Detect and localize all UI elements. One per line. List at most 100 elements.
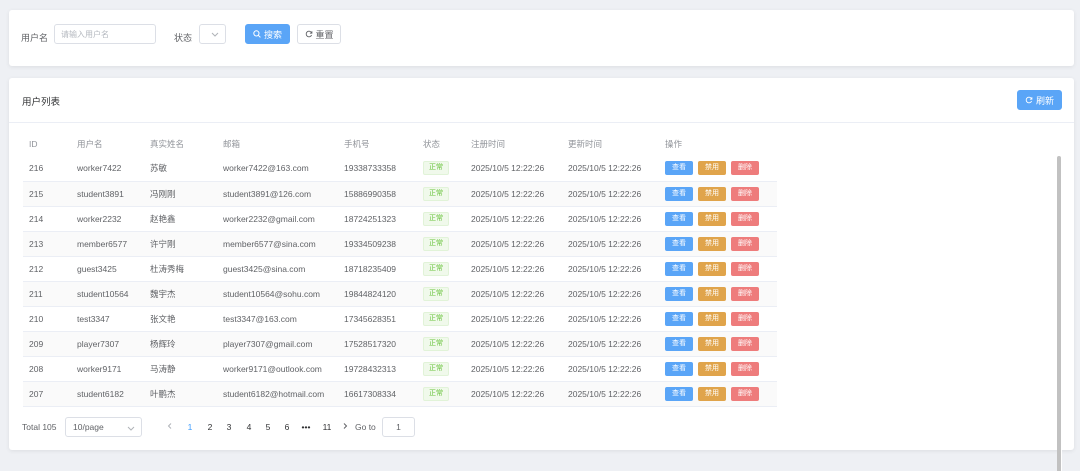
refresh-button[interactable]: 刷新 [1017, 90, 1062, 110]
page-button-11[interactable]: 11 [319, 417, 335, 437]
cell-id: 216 [23, 156, 71, 182]
page-button-6[interactable]: 6 [280, 417, 294, 437]
ban-button[interactable]: 禁用 [698, 186, 726, 201]
view-button[interactable]: 查看 [665, 336, 693, 351]
delete-button[interactable]: 删除 [731, 236, 759, 251]
delete-button[interactable]: 删除 [731, 261, 759, 276]
delete-button[interactable]: 删除 [731, 211, 759, 226]
status-badge: 正常 [423, 211, 449, 226]
cell-username: guest3425 [71, 256, 144, 282]
next-page-button[interactable] [338, 417, 352, 437]
ban-button[interactable]: 禁用 [698, 161, 726, 176]
status-select[interactable] [199, 24, 226, 44]
page-size-select[interactable]: 10/page [65, 417, 142, 437]
view-button[interactable]: 查看 [665, 211, 693, 226]
prev-page-button[interactable] [163, 417, 177, 437]
delete-button[interactable]: 删除 [731, 361, 759, 376]
column-header-real-name: 真实姓名 [150, 139, 185, 149]
ban-button[interactable]: 禁用 [698, 311, 726, 326]
ban-button[interactable]: 禁用 [698, 261, 726, 276]
username-label: 用户名 [21, 33, 49, 43]
column-header-username: 用户名 [77, 139, 103, 149]
page-button-4[interactable]: 4 [242, 417, 256, 437]
goto-page-input[interactable] [382, 417, 415, 437]
cell-status: 正常 [417, 281, 465, 307]
ban-button[interactable]: 禁用 [698, 361, 726, 376]
delete-button[interactable]: 删除 [731, 186, 759, 201]
cell-username: student10564 [71, 281, 144, 307]
ban-button[interactable]: 禁用 [698, 286, 726, 301]
cell-updated: 2025/10/5 12:22:26 [562, 331, 659, 357]
cell-updated: 2025/10/5 12:22:26 [562, 281, 659, 307]
refresh-button-label: 刷新 [1035, 95, 1054, 106]
cell-id: 208 [23, 356, 71, 382]
page-button-1[interactable]: 1 [183, 417, 197, 437]
total-count: Total 105 [22, 422, 57, 432]
cell-updated: 2025/10/5 12:22:26 [562, 356, 659, 382]
table-row: 211 student10564 魏宇杰 student10564@sohu.com 1… [23, 281, 777, 307]
cell-email: guest3425@sina.com [217, 256, 338, 282]
scrollbar-thumb[interactable] [1057, 156, 1061, 471]
delete-button[interactable]: 删除 [731, 286, 759, 301]
status-badge: 正常 [423, 311, 449, 326]
cell-username: player7307 [71, 331, 144, 357]
cell-status: 正常 [417, 231, 465, 257]
cell-phone: 19334509238 [338, 231, 417, 257]
ban-button[interactable]: 禁用 [698, 211, 726, 226]
cell-status: 正常 [417, 181, 465, 207]
delete-button[interactable]: 删除 [731, 161, 759, 176]
status-badge: 正常 [423, 236, 449, 251]
more-pages-button[interactable]: ••• [299, 417, 313, 437]
cell-real-name: 许宁刚 [144, 231, 217, 257]
cell-registered: 2025/10/5 12:22:26 [465, 331, 562, 357]
cell-real-name: 叶鹏杰 [144, 381, 217, 407]
cell-id: 210 [23, 306, 71, 332]
search-button[interactable]: 搜索 [245, 24, 290, 44]
ban-button[interactable]: 禁用 [698, 386, 726, 401]
refresh-icon [1025, 96, 1034, 105]
delete-button[interactable]: 删除 [731, 386, 759, 401]
cell-id: 214 [23, 206, 71, 232]
view-button[interactable]: 查看 [665, 186, 693, 201]
cell-actions: 查看 禁用 删除 [659, 281, 777, 307]
cell-status: 正常 [417, 306, 465, 332]
cell-username: worker7422 [71, 156, 144, 182]
cell-username: test3347 [71, 306, 144, 332]
table-row: 210 test3347 张文艳 test3347@163.com 1734562835… [23, 306, 777, 332]
cell-actions: 查看 禁用 删除 [659, 206, 777, 232]
cell-registered: 2025/10/5 12:22:26 [465, 256, 562, 282]
table-row: 213 member6577 许宁刚 member6577@sina.com 19334… [23, 231, 777, 257]
cell-updated: 2025/10/5 12:22:26 [562, 306, 659, 332]
cell-status: 正常 [417, 256, 465, 282]
column-header-updated: 更新时间 [568, 139, 603, 149]
cell-username: student3891 [71, 181, 144, 207]
reset-button-label: 重置 [315, 29, 334, 40]
ban-button[interactable]: 禁用 [698, 236, 726, 251]
view-button[interactable]: 查看 [665, 361, 693, 376]
view-button[interactable]: 查看 [665, 286, 693, 301]
view-button[interactable]: 查看 [665, 161, 693, 176]
cell-username: worker9171 [71, 356, 144, 382]
delete-button[interactable]: 删除 [731, 336, 759, 351]
username-search-input[interactable] [54, 24, 156, 44]
column-header-phone: 手机号 [344, 139, 370, 149]
cell-id: 215 [23, 181, 71, 207]
cell-registered: 2025/10/5 12:22:26 [465, 306, 562, 332]
cell-real-name: 赵艳鑫 [144, 206, 217, 232]
reset-button[interactable]: 重置 [297, 24, 341, 44]
page-button-2[interactable]: 2 [203, 417, 217, 437]
cell-real-name: 冯刚刚 [144, 181, 217, 207]
view-button[interactable]: 查看 [665, 261, 693, 276]
ban-button[interactable]: 禁用 [698, 336, 726, 351]
page-button-3[interactable]: 3 [222, 417, 236, 437]
view-button[interactable]: 查看 [665, 236, 693, 251]
cell-id: 213 [23, 231, 71, 257]
view-button[interactable]: 查看 [665, 311, 693, 326]
view-button[interactable]: 查看 [665, 386, 693, 401]
cell-phone: 18724251323 [338, 206, 417, 232]
cell-real-name: 杨辉玲 [144, 331, 217, 357]
cell-phone: 19728432313 [338, 356, 417, 382]
delete-button[interactable]: 删除 [731, 311, 759, 326]
cell-registered: 2025/10/5 12:22:26 [465, 231, 562, 257]
page-button-5[interactable]: 5 [261, 417, 275, 437]
